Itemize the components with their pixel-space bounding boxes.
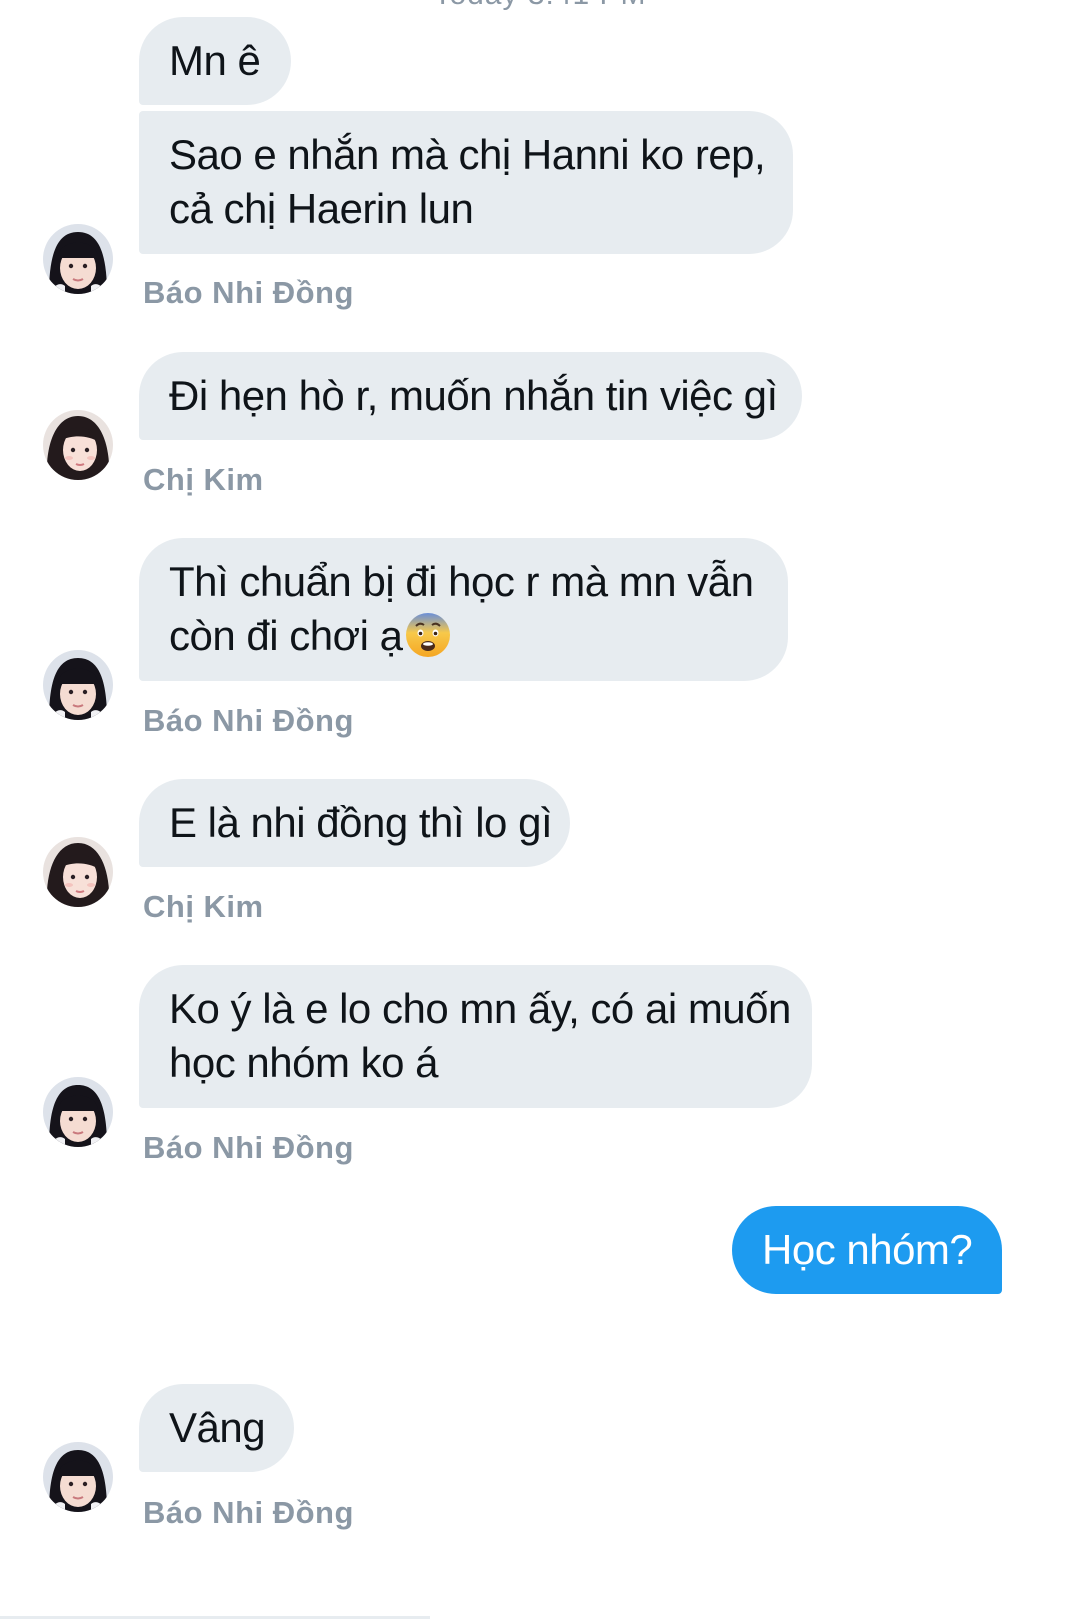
- fearful-face-emoji: [405, 613, 450, 657]
- avatar[interactable]: [43, 650, 113, 720]
- sender-name: Báo Nhi Đồng: [143, 703, 354, 738]
- message-text: Đi hẹn hò r, muốn nhắn tin việc gì: [169, 372, 778, 419]
- message-text: học nhóm ko á: [169, 1039, 439, 1086]
- avatar-bangs: [43, 224, 113, 294]
- message-bubble[interactable]: E là nhi đồng thì lo gì: [139, 779, 570, 867]
- message-text: Vâng: [169, 1404, 266, 1451]
- avatar[interactable]: [43, 1442, 113, 1512]
- avatar-long-hair: [43, 837, 113, 907]
- sender-name: Chị Kim: [143, 889, 264, 924]
- avatar-bangs: [43, 1442, 113, 1512]
- message-text: Sao e nhắn mà chị Hanni ko rep,: [169, 131, 766, 178]
- message-bubble-outgoing[interactable]: Học nhóm?: [732, 1206, 1002, 1294]
- sender-name: Chị Kim: [143, 462, 264, 497]
- message-bubble[interactable]: Sao e nhắn mà chị Hanni ko rep, cả chị H…: [139, 111, 793, 254]
- conversation-timestamp: Today 3:41 PM: [0, 0, 1080, 12]
- avatar[interactable]: [43, 837, 113, 907]
- message-bubble[interactable]: Đi hẹn hò r, muốn nhắn tin việc gì: [139, 352, 802, 440]
- message-bubble[interactable]: Thì chuẩn bị đi học r mà mn vẫn còn đi c…: [139, 538, 788, 681]
- sender-name: Báo Nhi Đồng: [143, 275, 354, 310]
- message-text: còn đi chơi ạ: [169, 612, 403, 659]
- sender-name: Báo Nhi Đồng: [143, 1130, 354, 1165]
- avatar[interactable]: [43, 1077, 113, 1147]
- message-bubble[interactable]: Mn ê: [139, 17, 291, 105]
- avatar[interactable]: [43, 224, 113, 294]
- message-text: E là nhi đồng thì lo gì: [169, 799, 553, 846]
- avatar-long-hair: [43, 410, 113, 480]
- message-bubble[interactable]: Ko ý là e lo cho mn ấy, có ai muốn học n…: [139, 965, 812, 1108]
- message-text: Học nhóm?: [762, 1226, 973, 1273]
- sender-name: Báo Nhi Đồng: [143, 1495, 354, 1530]
- message-bubble[interactable]: Vâng: [139, 1384, 294, 1472]
- message-text: Thì chuẩn bị đi học r mà mn vẫn: [169, 558, 754, 605]
- avatar[interactable]: [43, 410, 113, 480]
- message-text: cả chị Haerin lun: [169, 185, 474, 232]
- message-text: Mn ê: [169, 37, 261, 84]
- avatar-bangs: [43, 1077, 113, 1147]
- message-text: Ko ý là e lo cho mn ấy, có ai muốn: [169, 985, 791, 1032]
- avatar-bangs: [43, 650, 113, 720]
